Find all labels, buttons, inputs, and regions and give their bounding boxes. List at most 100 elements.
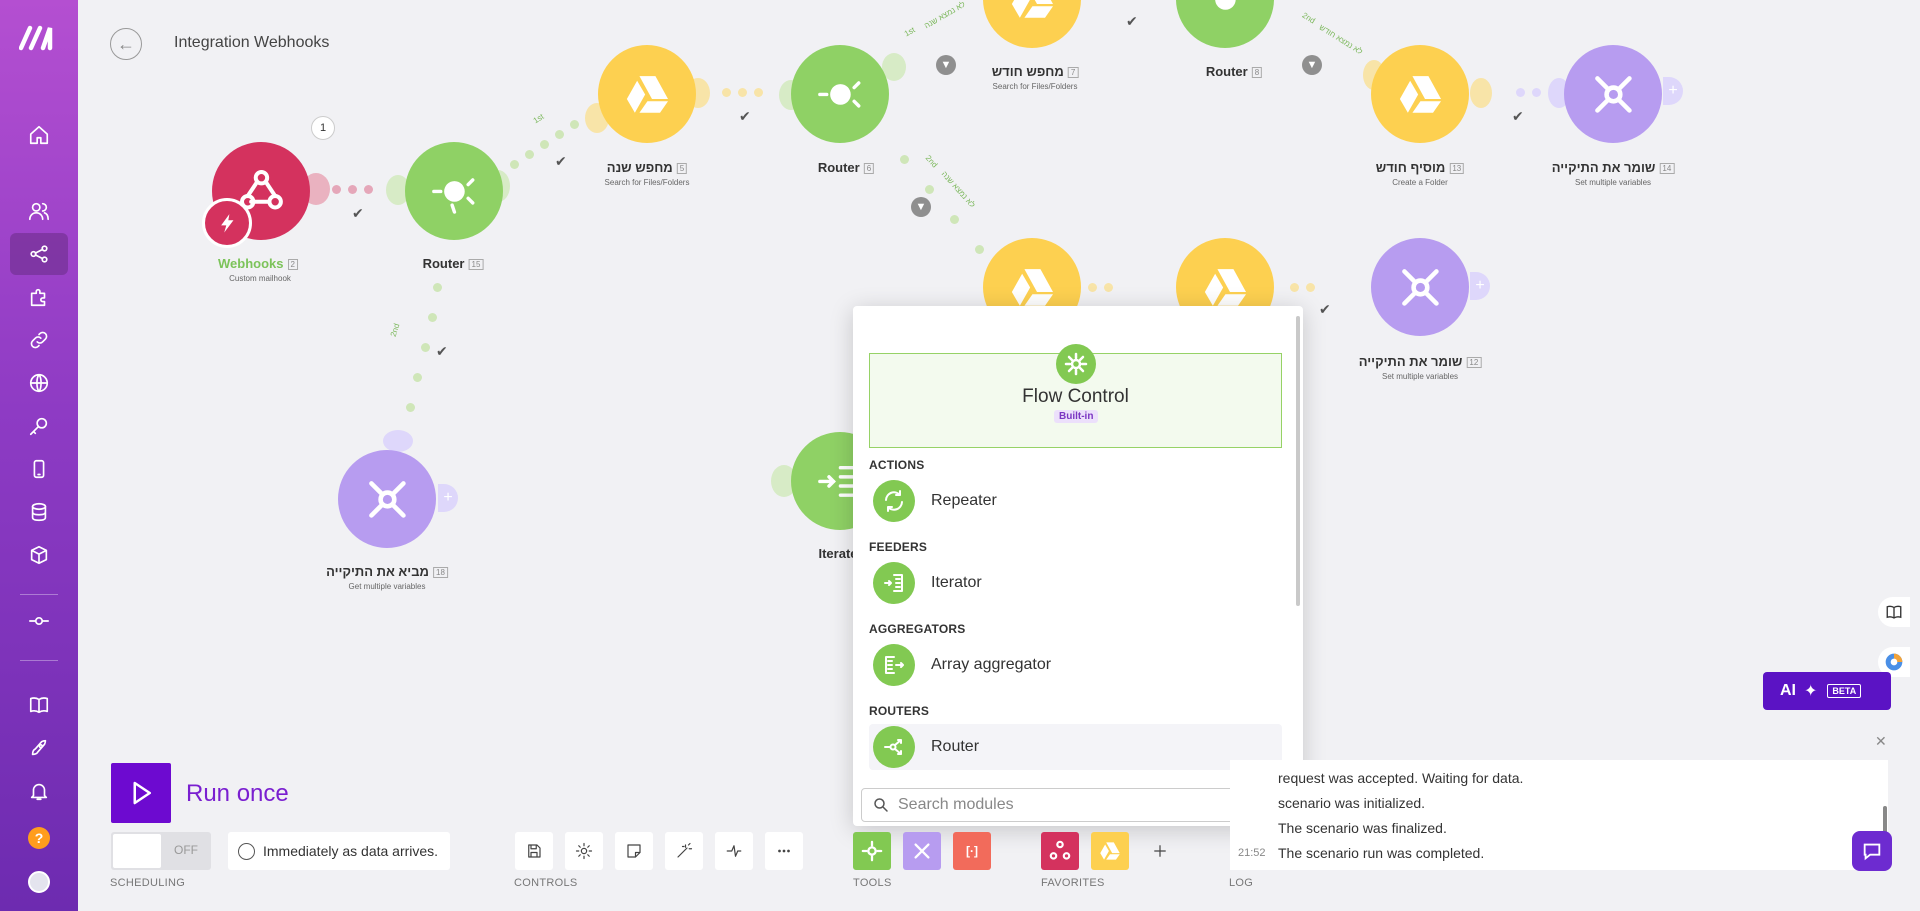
tools-icon xyxy=(1594,75,1632,113)
run-once-label[interactable]: Run once xyxy=(186,780,289,808)
auto-align-button[interactable] xyxy=(665,832,703,870)
toggle-state: OFF xyxy=(174,843,198,857)
wrench-icon[interactable]: ✔ xyxy=(1126,13,1138,30)
node-number: 2 xyxy=(287,259,298,271)
router-icon xyxy=(1214,0,1236,10)
node-number: 5 xyxy=(676,163,688,175)
clock-icon xyxy=(238,842,255,860)
router-icon xyxy=(817,80,861,108)
get-folder-title: מביא את התיקייה xyxy=(326,564,429,579)
wrench-icon[interactable]: ✔ xyxy=(436,343,448,360)
connector-dot xyxy=(421,343,430,352)
connector-dot xyxy=(925,185,934,194)
filter-icon[interactable]: ▼ xyxy=(911,197,931,217)
node-number: 6 xyxy=(863,163,875,175)
log-time: 21:52 xyxy=(1238,847,1266,859)
connector-dot xyxy=(1104,283,1113,292)
settings-button[interactable] xyxy=(565,832,603,870)
tools-node[interactable] xyxy=(1371,238,1469,336)
ai-assistant-button[interactable]: AI ✦ BETA xyxy=(1763,672,1891,710)
add-favorite-button[interactable] xyxy=(1141,832,1179,870)
module-picker: Flow Control Built-in ACTIONS Repeater F… xyxy=(853,306,1303,826)
filter-icon[interactable]: ▼ xyxy=(936,55,956,75)
wrench-icon[interactable]: ✔ xyxy=(739,108,751,125)
app-header[interactable]: Flow Control Built-in xyxy=(869,344,1282,448)
module-label: Router xyxy=(931,738,980,755)
connector-dot xyxy=(950,215,959,224)
add-module-button[interactable]: + xyxy=(1663,77,1683,105)
flow-button[interactable] xyxy=(715,832,753,870)
node-label: Router 8 xyxy=(1206,64,1263,79)
connector-dot xyxy=(332,185,341,194)
node-subtitle: Get multiple variables xyxy=(348,582,426,591)
connector-dot xyxy=(754,88,763,97)
run-once-button[interactable] xyxy=(111,763,171,823)
google-drive-node[interactable] xyxy=(1371,45,1469,143)
search-input[interactable] xyxy=(898,796,1278,814)
module-item-iterator[interactable]: Iterator xyxy=(869,560,1282,606)
wrench-icon[interactable]: ✔ xyxy=(1512,108,1524,125)
router-title: Router xyxy=(817,160,860,175)
route-label: 2nd xyxy=(1300,10,1317,26)
tools-tool[interactable] xyxy=(903,832,941,870)
tools-node[interactable] xyxy=(338,450,436,548)
close-icon[interactable]: ✕ xyxy=(1875,733,1887,750)
connector-dot xyxy=(555,130,564,139)
router-title: Router xyxy=(422,256,465,271)
router-icon xyxy=(431,177,475,214)
router-node[interactable] xyxy=(1176,0,1274,48)
google-drive-node[interactable] xyxy=(983,0,1081,48)
connector-dot xyxy=(900,155,909,164)
wrench-icon[interactable]: ✔ xyxy=(352,205,364,222)
tools-node[interactable] xyxy=(1564,45,1662,143)
module-item-array-aggregator[interactable]: Array aggregator xyxy=(869,642,1282,688)
google-drive-favorite[interactable] xyxy=(1091,832,1129,870)
connector-dot xyxy=(510,160,519,169)
add-month-title: מוסיף חודש xyxy=(1375,160,1446,175)
notes-button[interactable] xyxy=(615,832,653,870)
module-item-repeater[interactable]: Repeater xyxy=(869,478,1282,524)
tools-icon xyxy=(368,480,406,518)
webhook-favorite[interactable] xyxy=(1041,832,1079,870)
google-drive-node[interactable] xyxy=(598,45,696,143)
module-label: Array aggregator xyxy=(931,656,1052,673)
search-icon xyxy=(874,798,888,812)
add-module-button[interactable]: + xyxy=(1470,272,1490,300)
scrollbar[interactable] xyxy=(1296,316,1300,606)
route-label: 2nd xyxy=(388,322,402,338)
connector-dot xyxy=(428,313,437,322)
node-label: Router 6 xyxy=(817,160,875,175)
module-ear[interactable] xyxy=(383,430,413,452)
module-ear[interactable] xyxy=(1470,78,1492,108)
save-button[interactable] xyxy=(515,832,553,870)
connector-dot xyxy=(540,140,549,149)
router-node[interactable] xyxy=(791,45,889,143)
filter-icon[interactable]: ▼ xyxy=(1302,55,1322,75)
node-number: 13 xyxy=(1449,163,1465,175)
aggregator-icon xyxy=(873,644,915,686)
webhooks-title: Webhooks xyxy=(218,256,284,271)
count-bubble[interactable]: 1 xyxy=(311,116,335,140)
node-label: שומר את התיקייה 14 xyxy=(1552,160,1675,175)
more-button[interactable] xyxy=(765,832,803,870)
node-number: 18 xyxy=(432,567,448,579)
search-year-title: מחפש שנה xyxy=(606,160,673,175)
flow-control-tool[interactable] xyxy=(853,832,891,870)
node-label: מוסיף חודש 13 xyxy=(1375,160,1465,175)
schedule-setting[interactable]: Immediately as data arrives. xyxy=(228,832,451,870)
section-caption: LOG xyxy=(1229,877,1254,889)
node-number: 8 xyxy=(1251,67,1263,79)
module-item-router[interactable]: Router xyxy=(869,724,1282,770)
wrench-icon[interactable]: ✔ xyxy=(555,153,567,170)
log-line: request was accepted. Waiting for data. xyxy=(1278,770,1524,786)
add-module-button[interactable]: + xyxy=(438,484,458,512)
chat-help-button[interactable] xyxy=(1852,831,1892,871)
json-tool[interactable]: [·] xyxy=(953,832,991,870)
node-subtitle: Search for Files/Folders xyxy=(604,178,690,187)
router-node[interactable] xyxy=(405,142,503,240)
search-month-title: מחפש חודש xyxy=(991,64,1064,79)
scheduling-toggle[interactable]: OFF xyxy=(111,832,211,870)
node-number: 7 xyxy=(1067,67,1079,79)
docs-icon[interactable] xyxy=(1878,597,1910,627)
wrench-icon[interactable]: ✔ xyxy=(1319,301,1331,318)
